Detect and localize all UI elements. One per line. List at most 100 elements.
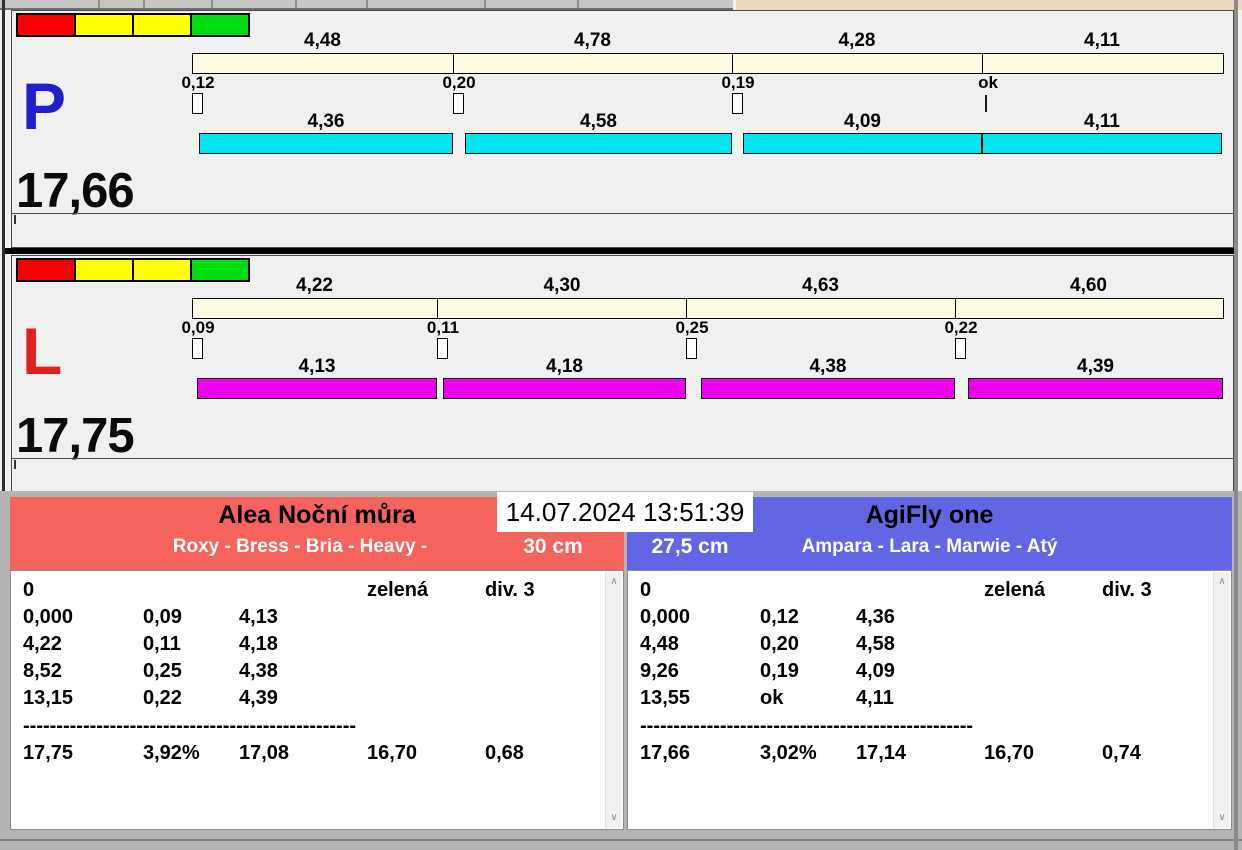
timeline-tick (14, 460, 16, 469)
summary-cell: 17,08 (239, 742, 290, 764)
lane-l-bars: 4,22 0,09 4,13 4,30 0,11 4,18 4,63 0,25 4,38 4,60… (181, 256, 1224, 456)
timeline-tick (14, 215, 16, 224)
table-cell: 0,000 (23, 606, 74, 628)
run-time-label: 4,38 (809, 356, 847, 377)
team-right-table-body[interactable]: 0 zelená div. 3 0,000 0,12 4,36 4,48 0,20 4,58 9,… (628, 571, 1213, 829)
changeover-time-label: 0,12 (181, 73, 215, 92)
split-time-bar (192, 53, 1224, 74)
lane-l-panel: L 17,75 4,22 0,09 4,13 4,30 0,11 4,18 4,63 0,25… (11, 255, 1234, 493)
lane-l-timeline-strip (12, 458, 1233, 479)
run-time-bar (199, 133, 453, 154)
summary-cell: 16,70 (984, 742, 1035, 764)
team-left-members: Roxy - Bress - Bria - Heavy - (172, 536, 428, 557)
run-time-label: 4,13 (298, 356, 336, 377)
table-cell: 4,58 (856, 633, 895, 655)
scroll-down-icon[interactable]: ∨ (606, 810, 622, 826)
run-time-bar (743, 133, 982, 154)
lane-p-total-time: 17,66 (16, 164, 135, 218)
split-time-label: 4,60 (1070, 275, 1107, 296)
team-right-scrollbar[interactable]: ∧ ∨ (1213, 572, 1230, 828)
table-cell: 0,000 (640, 606, 691, 628)
changeover-time-label: 0,19 (721, 73, 755, 92)
table-cell: 0,22 (143, 687, 182, 709)
table-row: 13,15 0,22 4,39 (11, 685, 605, 712)
table-cell: 4,39 (239, 687, 278, 709)
toolbar-tan-notch (733, 0, 736, 10)
changeover-time-label: 0,11 (426, 318, 460, 337)
table-row: 4,22 0,11 4,18 (11, 631, 605, 658)
table-summary-row: 17,66 3,02% 17,14 16,70 0,74 (628, 740, 1213, 767)
toolbar-divider (484, 0, 486, 8)
changeover-marker (437, 338, 448, 359)
split-time-label: 4,63 (802, 275, 839, 296)
changeover-marker (686, 338, 697, 359)
changeover-time-label: 0,22 (944, 318, 978, 337)
split-bar-divider (982, 53, 983, 74)
lane-p-panel: P 17,66 4,48 0,12 4,36 4,78 0,20 4,58 4,28 0,19… (11, 10, 1234, 248)
split-time-label: 4,11 (1084, 30, 1120, 51)
run-time-label: 4,36 (307, 111, 345, 132)
lane-l-letter: L (22, 314, 63, 388)
table-cell: 13,55 (640, 687, 691, 709)
scroll-up-icon[interactable]: ∧ (1214, 574, 1230, 590)
changeover-time-label: 0,20 (442, 73, 476, 92)
table-row: 0,000 0,09 4,13 (11, 604, 605, 631)
split-time-label: 4,22 (296, 275, 333, 296)
run-time-bar (968, 378, 1223, 399)
window-right-border (1234, 0, 1238, 850)
scroll-up-icon[interactable]: ∧ (606, 574, 622, 590)
bottom-strip-line (0, 839, 1242, 841)
table-cell: 4,48 (640, 633, 679, 655)
summary-cell: 17,14 (856, 742, 907, 764)
toolbar-divider (143, 0, 145, 8)
table-cell: 4,36 (856, 606, 895, 628)
changeover-marker (192, 338, 203, 359)
run-time-bar (443, 378, 686, 399)
toolbar-divider (98, 0, 100, 8)
split-bar-divider (453, 53, 454, 74)
table-summary-row: 17,75 3,92% 17,08 16,70 0,68 (11, 740, 605, 767)
split-bar-divider (732, 53, 733, 74)
changeover-marker (732, 93, 743, 114)
split-time-label: 4,78 (574, 30, 611, 51)
summary-cell: 0,68 (485, 742, 524, 764)
table-cell: 4,18 (239, 633, 278, 655)
table-cell: zelená (984, 579, 1046, 601)
team-left-height-class: 30 cm (523, 535, 583, 558)
table-cell: 0,25 (143, 660, 182, 682)
table-cell: div. 3 (485, 579, 535, 601)
summary-cell: 17,75 (23, 742, 74, 764)
run-time-label: 4,58 (580, 111, 617, 132)
split-bar-divider (437, 298, 438, 319)
toolbar-divider (211, 0, 213, 8)
team-left-scrollbar[interactable]: ∧ ∨ (605, 572, 622, 828)
table-cell: ok (760, 687, 784, 709)
table-cell: 0,20 (760, 633, 799, 655)
run-time-bar (197, 378, 437, 399)
split-time-bar (192, 298, 1224, 319)
table-cell: 4,13 (239, 606, 278, 628)
table-cell: zelená (367, 579, 429, 601)
run-time-label: 4,11 (1084, 111, 1120, 132)
table-row: 0 zelená div. 3 (628, 577, 1213, 604)
toolbar-divider (295, 0, 297, 8)
changeover-ok-marker (985, 95, 987, 112)
table-row: 8,52 0,25 4,38 (11, 658, 605, 685)
changeover-time-label: 0,25 (675, 318, 709, 337)
traffic-yellow-cell (76, 15, 134, 35)
team-left-table-body[interactable]: 0 zelená div. 3 0,000 0,09 4,13 4,22 0,11 4,18 8,… (11, 571, 605, 829)
changeover-time-label: ok (978, 73, 998, 92)
top-toolbar-strip[interactable] (0, 0, 1242, 10)
table-separator: ----------------------------------------… (23, 716, 357, 736)
team-right-results-table: 0 zelená div. 3 0,000 0,12 4,36 4,48 0,20 4,58 9,… (627, 570, 1232, 830)
table-cell: 4,09 (856, 660, 895, 682)
traffic-red-cell (18, 260, 76, 280)
team-left-results-table: 0 zelená div. 3 0,000 0,09 4,13 4,22 0,11 4,18 8,… (10, 570, 624, 830)
changeover-marker (192, 93, 203, 114)
toolbar-divider (366, 0, 368, 8)
run-time-label: 4,09 (844, 111, 881, 132)
scroll-down-icon[interactable]: ∨ (1214, 810, 1230, 826)
table-row: 0 zelená div. 3 (11, 577, 605, 604)
run-time-bar (982, 133, 1222, 154)
changeover-time-label: 0,09 (181, 318, 215, 337)
